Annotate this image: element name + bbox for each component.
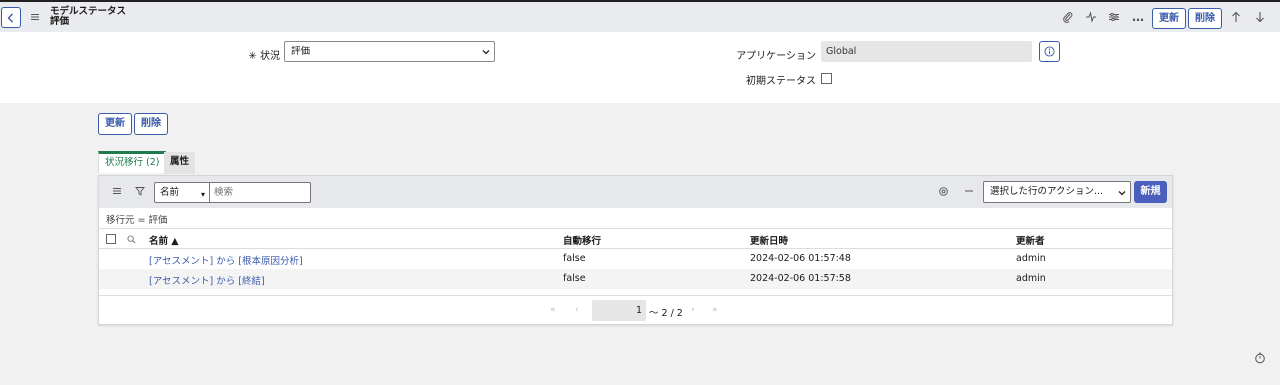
column-header-updated-by[interactable]: 更新者 xyxy=(1016,233,1045,247)
page-number-input[interactable]: 1 xyxy=(592,300,646,321)
search-input[interactable] xyxy=(210,182,311,203)
new-button[interactable]: 新規 xyxy=(1134,181,1167,203)
column-header-name[interactable]: 名前 ▲ xyxy=(149,233,179,247)
search-field-value: 名前 xyxy=(160,187,180,198)
row-auto-transition: false xyxy=(563,273,586,284)
column-header-updated[interactable]: 更新日時 xyxy=(750,233,788,247)
tab-state-transitions[interactable]: 状況移行 (2) xyxy=(98,151,167,173)
chevron-down-icon xyxy=(482,50,490,55)
activity-icon[interactable] xyxy=(1084,10,1098,24)
collapse-icon[interactable] xyxy=(963,185,975,197)
gear-icon[interactable] xyxy=(937,185,949,197)
list-toolbar: 名前 ▾ 選択した行のアクション... 新規 xyxy=(99,176,1172,208)
top-bar: モデルステータス 評価 … 更新 削除 xyxy=(0,0,1280,32)
row-auto-transition: false xyxy=(563,253,586,264)
list-menu-icon[interactable] xyxy=(111,185,123,197)
row-name-link[interactable]: [アセスメント] から [根本原因分析] xyxy=(149,253,303,267)
status-label-group: ✳ 状況 xyxy=(238,47,280,62)
table-row: [アセスメント] から [終結] false 2024-02-06 01:57:… xyxy=(99,269,1172,289)
row-updated-by: admin xyxy=(1016,273,1046,284)
status-select-value: 評価 xyxy=(291,46,311,57)
application-label: アプリケーション xyxy=(736,51,816,62)
delete-button[interactable]: 削除 xyxy=(134,113,168,135)
initial-status-label: 初期ステータス xyxy=(746,76,816,87)
chevron-left-icon xyxy=(7,13,13,22)
previous-page-icon[interactable]: ‹ xyxy=(575,305,579,315)
required-mark-icon: ✳ xyxy=(248,51,257,62)
tab-attributes[interactable]: 属性 xyxy=(164,152,196,174)
arrow-up-icon[interactable] xyxy=(1229,10,1243,24)
status-select[interactable]: 評価 xyxy=(284,41,495,62)
pagination: « ‹ 1 〜 2 / 2 › » xyxy=(99,295,1172,325)
header-delete-button[interactable]: 削除 xyxy=(1188,8,1222,29)
info-button[interactable] xyxy=(1039,41,1060,62)
record-form: ✳ 状況 評価 アプリケーション Global 初期ステータス xyxy=(0,32,1280,103)
search-icon[interactable] xyxy=(125,233,137,245)
table-row: [アセスメント] から [根本原因分析] false 2024-02-06 01… xyxy=(99,249,1172,269)
table-header: 名前 ▲ 自動移行 更新日時 更新者 xyxy=(99,228,1172,249)
column-header-auto-transition[interactable]: 自動移行 xyxy=(563,233,601,247)
next-page-icon[interactable]: › xyxy=(691,305,695,315)
row-updated: 2024-02-06 01:57:48 xyxy=(750,253,851,264)
chevron-down-icon xyxy=(1118,191,1126,196)
breadcrumb[interactable]: 移行元 = 評価 xyxy=(106,212,168,226)
hamburger-menu-icon[interactable] xyxy=(30,12,40,22)
status-label: 状況 xyxy=(260,51,280,62)
header-update-button[interactable]: 更新 xyxy=(1152,8,1186,29)
arrow-down-icon[interactable] xyxy=(1253,10,1267,24)
row-name-link[interactable]: [アセスメント] から [終結] xyxy=(149,273,265,287)
row-action-select[interactable]: 選択した行のアクション... xyxy=(983,181,1131,203)
related-list-panel: 名前 ▾ 選択した行のアクション... 新規 移行元 = 評価 名前 ▲ 自動移… xyxy=(98,175,1173,325)
record-name-label: 評価 xyxy=(50,16,70,27)
update-button[interactable]: 更新 xyxy=(98,113,132,135)
initial-status-checkbox[interactable] xyxy=(821,73,832,84)
info-icon xyxy=(1044,46,1055,57)
search-field-select[interactable]: 名前 ▾ xyxy=(154,182,210,203)
row-updated-by: admin xyxy=(1016,253,1046,264)
page-title: モデルステータス 評価 xyxy=(50,7,126,27)
row-action-select-value: 選択した行のアクション... xyxy=(990,186,1104,197)
select-all-checkbox[interactable] xyxy=(106,234,116,244)
paperclip-icon[interactable] xyxy=(1061,10,1075,24)
timer-icon[interactable] xyxy=(1254,352,1266,364)
settings-sliders-icon[interactable] xyxy=(1107,10,1121,24)
more-options-icon[interactable]: … xyxy=(1131,10,1145,24)
caret-down-icon: ▾ xyxy=(200,190,205,199)
page-total: 〜 2 / 2 xyxy=(649,308,683,319)
row-updated: 2024-02-06 01:57:58 xyxy=(750,273,851,284)
filter-icon[interactable] xyxy=(134,185,146,197)
last-page-icon[interactable]: » xyxy=(712,305,718,315)
first-page-icon[interactable]: « xyxy=(550,305,556,315)
back-button[interactable] xyxy=(1,7,21,28)
application-field: Global xyxy=(821,41,1032,62)
